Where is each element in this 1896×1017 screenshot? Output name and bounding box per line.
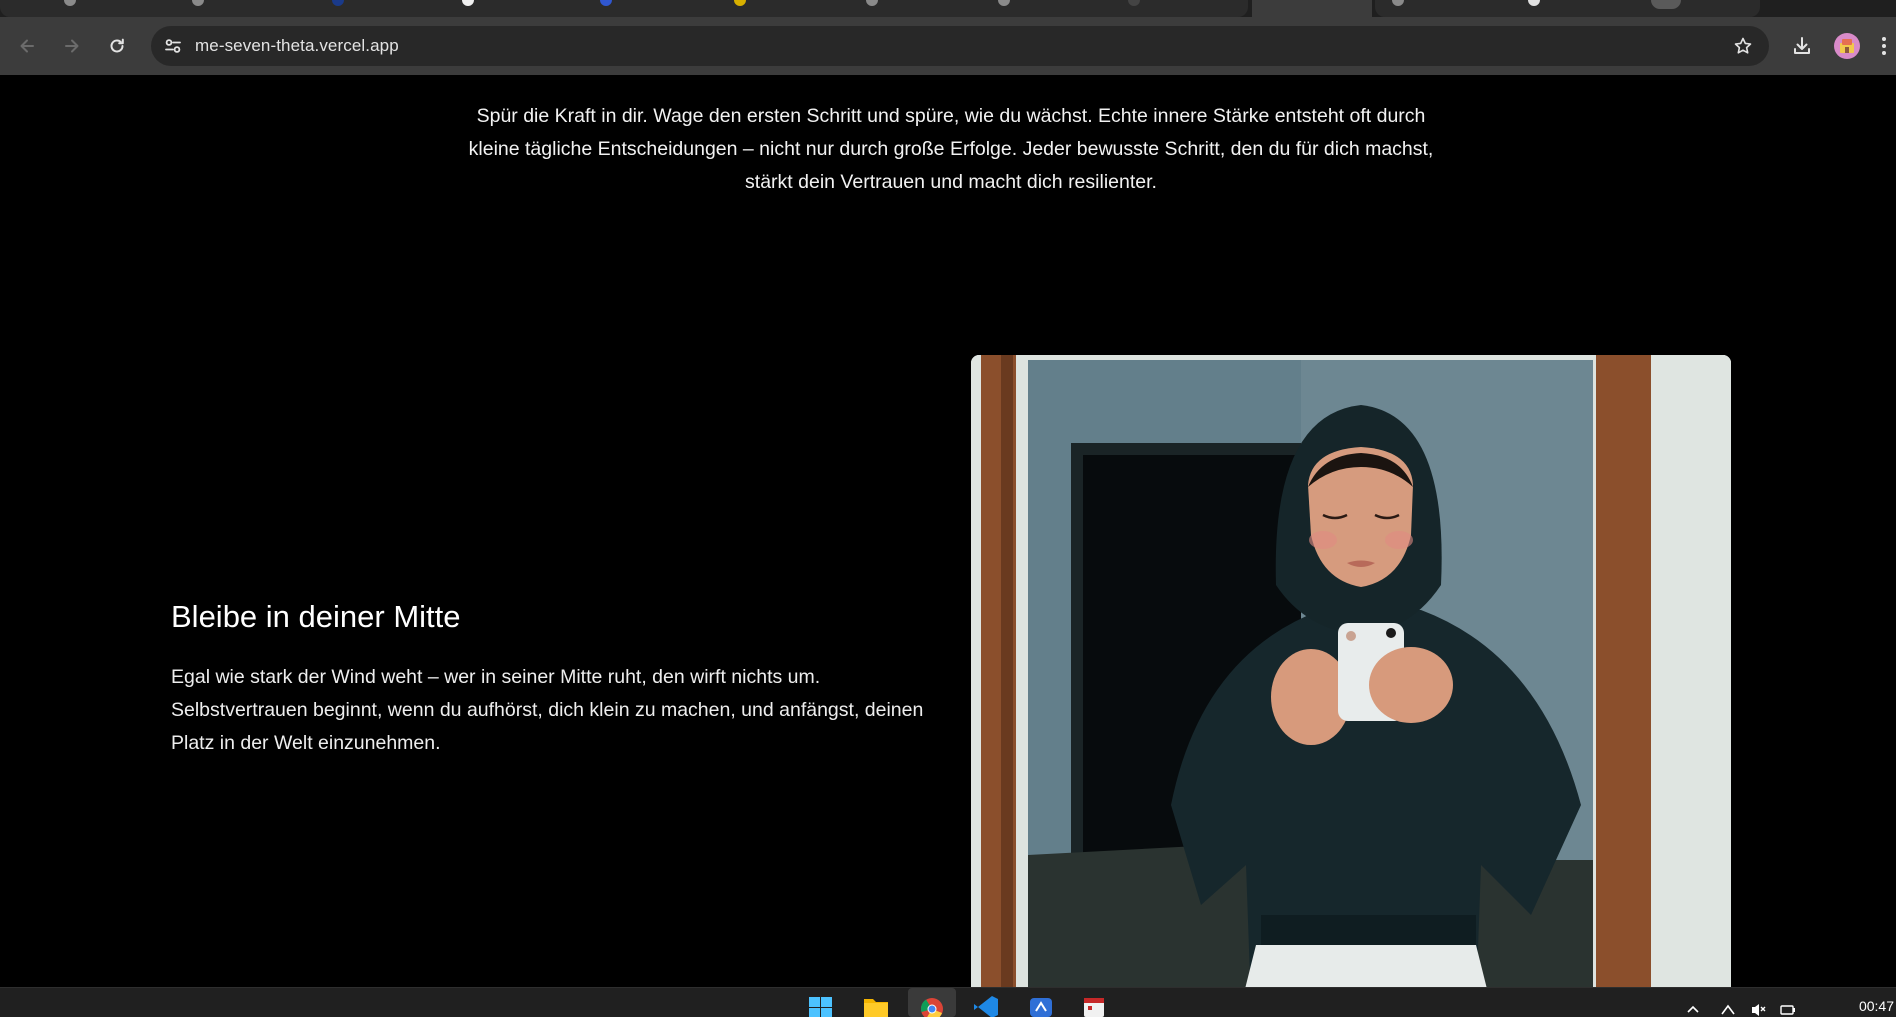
chevron-up-icon[interactable]: [1685, 1002, 1701, 1016]
browser-toolbar: me-seven-theta.vercel.app: [0, 17, 1896, 75]
chrome-menu-button[interactable]: [1872, 29, 1896, 63]
active-tab[interactable]: [1252, 0, 1372, 17]
tab-close-icon[interactable]: [1651, 0, 1681, 9]
download-button[interactable]: [1785, 29, 1819, 63]
intro-paragraph: Spür die Kraft in dir. Wage den ersten S…: [468, 105, 1434, 193]
download-icon: [1794, 37, 1810, 54]
section-paragraph: Egal wie stark der Wind weht – wer in se…: [171, 666, 924, 754]
windows-start-icon[interactable]: [807, 993, 835, 1017]
app-icon[interactable]: [1027, 993, 1055, 1017]
volume-muted-icon[interactable]: [1750, 1002, 1766, 1016]
hooded-person-illustration: [971, 355, 1731, 987]
site-info-icon[interactable]: [163, 36, 183, 56]
reload-icon: [110, 38, 124, 53]
profile-avatar: [1834, 33, 1860, 59]
hero-illustration: [971, 355, 1731, 987]
bookmark-star-icon[interactable]: [1733, 36, 1753, 56]
reload-button[interactable]: [100, 29, 134, 63]
tab-group-left[interactable]: [0, 0, 1248, 17]
battery-icon[interactable]: [1780, 1002, 1796, 1016]
tab-strip: [0, 0, 1896, 17]
address-bar[interactable]: me-seven-theta.vercel.app: [151, 26, 1769, 66]
tab-group-right[interactable]: [1375, 0, 1760, 17]
network-icon[interactable]: [1720, 1002, 1736, 1016]
url-text[interactable]: me-seven-theta.vercel.app: [195, 36, 399, 56]
forward-icon: [65, 39, 79, 53]
web-page: Spür die Kraft in dir. Wage den ersten S…: [0, 75, 1896, 987]
back-icon: [20, 39, 34, 53]
windows-taskbar: 00:47: [0, 987, 1896, 1017]
menu-icon: [1882, 37, 1886, 55]
forward-button[interactable]: [55, 29, 89, 63]
file-explorer-icon[interactable]: [862, 993, 890, 1017]
calendar-app-icon[interactable]: [1080, 993, 1108, 1017]
back-button[interactable]: [10, 29, 44, 63]
vscode-icon[interactable]: [972, 993, 1000, 1017]
profile-button[interactable]: [1830, 29, 1864, 63]
taskbar-clock[interactable]: 00:47: [1859, 998, 1894, 1014]
chrome-icon[interactable]: [918, 993, 946, 1017]
section-title: Bleibe in deiner Mitte: [171, 599, 461, 634]
